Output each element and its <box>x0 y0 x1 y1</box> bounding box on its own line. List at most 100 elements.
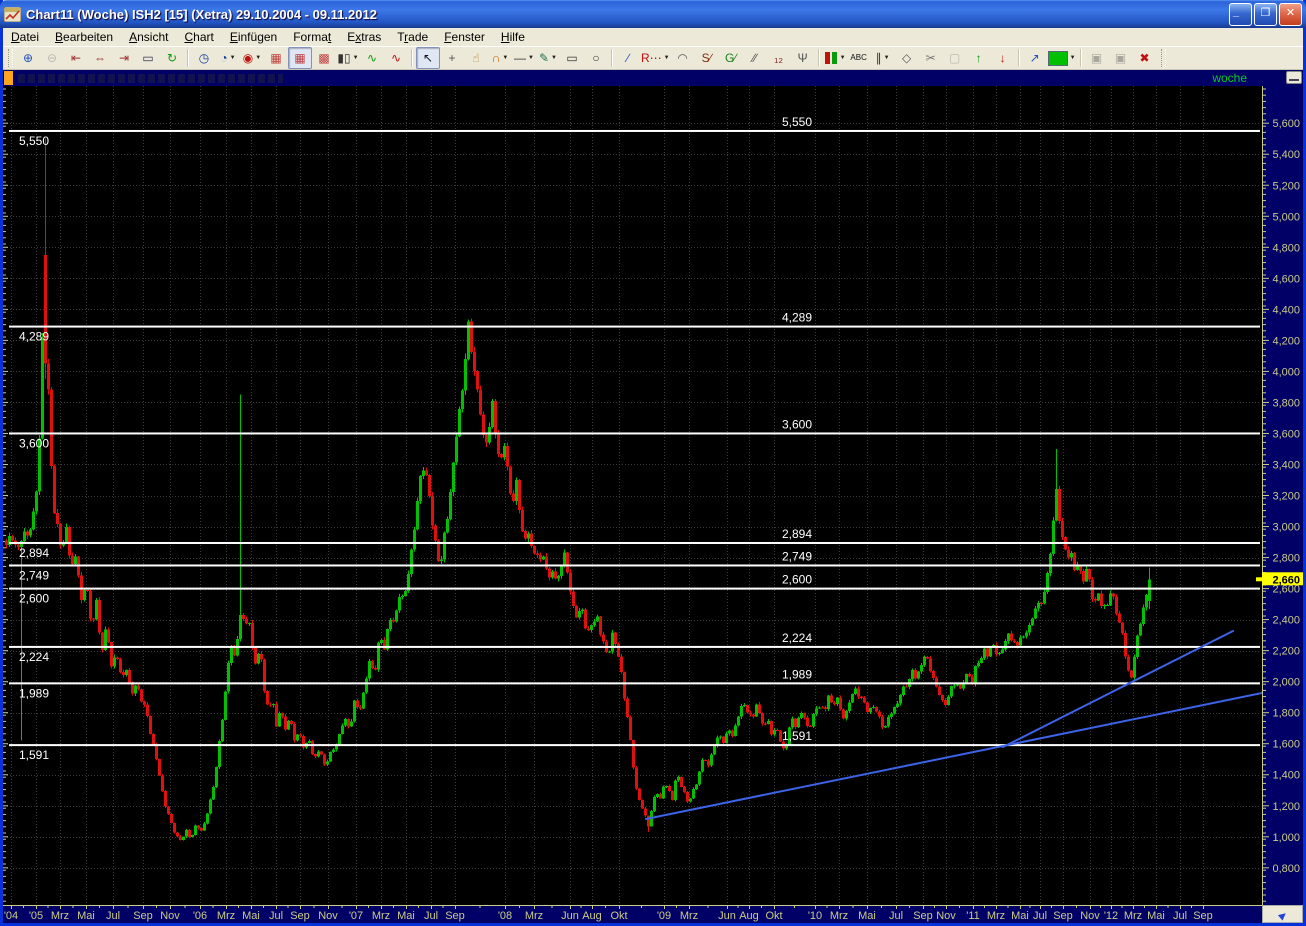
menu-item-hilfe[interactable]: Hilfe <box>493 28 533 45</box>
toolbar-separator <box>187 49 189 67</box>
svg-text:Nov: Nov <box>318 910 338 922</box>
apply-template-button[interactable]: ↗ <box>1023 47 1047 69</box>
svg-text:Mrz: Mrz <box>525 910 543 922</box>
svg-text:Jul: Jul <box>889 910 903 922</box>
text-tool-button[interactable]: ABC <box>847 47 871 69</box>
svg-text:2,660: 2,660 <box>1272 574 1300 586</box>
svg-text:'09: '09 <box>657 910 671 922</box>
clock-button[interactable]: ◷ <box>192 47 216 69</box>
grid-fine-button[interactable]: ▦ <box>264 47 288 69</box>
color-wheel-button[interactable]: ◉▼ <box>240 47 264 69</box>
svg-text:Aug: Aug <box>739 910 759 922</box>
draw-indicator-button[interactable]: ✎▼ <box>536 47 560 69</box>
gann-lines-tool-button[interactable]: G∕ <box>719 47 743 69</box>
arrow-down-marker-button[interactable]: ↓ <box>991 47 1015 69</box>
menu-item-trade[interactable]: Trade <box>389 28 436 45</box>
chart-caption-bar: woche <box>3 70 1303 86</box>
speed-lines-tool-button[interactable]: S∕ <box>695 47 719 69</box>
grid-medium-button[interactable]: ▦ <box>288 47 312 69</box>
vertical-lines-button[interactable]: ∥▼ <box>871 47 895 69</box>
range-frame-button[interactable]: ▭ <box>136 47 160 69</box>
svg-text:Mai: Mai <box>1147 910 1165 922</box>
menu-item-bearbeiten[interactable]: Bearbeiten <box>47 28 121 45</box>
svg-text:Okt: Okt <box>610 910 627 922</box>
svg-text:Mrz: Mrz <box>217 910 235 922</box>
close-button[interactable]: ✕ <box>1279 3 1302 26</box>
svg-text:0,800: 0,800 <box>1272 863 1300 875</box>
compress-range-button[interactable]: ⇔ <box>88 47 112 69</box>
svg-text:1,989: 1,989 <box>782 667 812 681</box>
app-window: Chart11 (Woche) ISH2 [15] (Xetra) 29.10.… <box>0 0 1306 926</box>
svg-text:Sep: Sep <box>1193 910 1213 922</box>
menu-item-chart[interactable]: Chart <box>176 28 221 45</box>
region-select-button[interactable]: ▢ <box>943 47 967 69</box>
svg-text:3,800: 3,800 <box>1272 397 1300 409</box>
menu-item-format[interactable]: Format <box>285 28 339 45</box>
zoom-out-button[interactable]: ⊖ <box>40 47 64 69</box>
indicator-overlay-button[interactable]: ∿ <box>360 47 384 69</box>
parallel-channel-button[interactable]: ∕∕ <box>743 47 767 69</box>
title-bar[interactable]: Chart11 (Woche) ISH2 [15] (Xetra) 29.10.… <box>0 0 1306 28</box>
fibonacci-zones-button[interactable]: ₁₂ <box>767 47 791 69</box>
menu-item-datei[interactable]: Datei <box>3 28 47 45</box>
toolbar-separator <box>411 49 413 67</box>
send-backward-button[interactable]: ▣ <box>1085 47 1109 69</box>
trendline-tool-button[interactable]: ∕ <box>616 47 640 69</box>
cut-tool-button[interactable]: ✂ <box>919 47 943 69</box>
compress-left-button[interactable]: ⇤ <box>64 47 88 69</box>
period-button[interactable]: ◔▼ <box>216 47 240 69</box>
price-chart[interactable]: 5,6005,4005,2005,0004,8004,6004,4004,200… <box>3 86 1303 923</box>
delete-drawing-button[interactable]: ✖ <box>1133 47 1157 69</box>
svg-text:'10: '10 <box>808 910 822 922</box>
svg-text:'08: '08 <box>498 910 512 922</box>
menu-item-ansicht[interactable]: Ansicht <box>121 28 176 45</box>
window-title: Chart11 (Woche) ISH2 [15] (Xetra) 29.10.… <box>26 7 1227 22</box>
svg-text:3,400: 3,400 <box>1272 459 1300 471</box>
svg-text:1,800: 1,800 <box>1272 708 1300 720</box>
svg-text:2,894: 2,894 <box>19 546 49 560</box>
svg-text:Mai: Mai <box>242 910 260 922</box>
color-swatch-picker[interactable]: ▼ <box>1047 47 1077 69</box>
rectangle-tool-button[interactable]: ▭ <box>560 47 584 69</box>
svg-text:5,400: 5,400 <box>1272 149 1300 161</box>
pitchfork-tool-button[interactable]: Ψ <box>791 47 815 69</box>
line-tool-button[interactable]: —▼ <box>512 47 536 69</box>
diamond-tool-button[interactable]: ◇ <box>895 47 919 69</box>
toolbar-separator <box>1018 49 1020 67</box>
candlestick-style-button[interactable]: ▮▯▼ <box>336 47 360 69</box>
period-label: woche <box>1212 71 1247 85</box>
zoom-in-button[interactable]: ⊕ <box>16 47 40 69</box>
chart-restore-button[interactable] <box>1286 71 1302 84</box>
retracement-tool-button[interactable]: R⋯▼ <box>640 47 671 69</box>
magnet-tool-button[interactable]: ∩▼ <box>488 47 512 69</box>
svg-text:Jul: Jul <box>1033 910 1047 922</box>
svg-text:4,400: 4,400 <box>1272 304 1300 316</box>
shift-right-button[interactable]: ⇥ <box>112 47 136 69</box>
ellipse-tool-button[interactable]: ○ <box>584 47 608 69</box>
svg-text:4,000: 4,000 <box>1272 366 1300 378</box>
menu-item-einfgen[interactable]: Einfügen <box>222 28 285 45</box>
indicator-new-button[interactable]: ∿ <box>384 47 408 69</box>
svg-text:4,200: 4,200 <box>1272 335 1300 347</box>
arrow-up-marker-button[interactable]: ↑ <box>967 47 991 69</box>
toolbar-grip[interactable] <box>8 49 13 67</box>
maximize-button[interactable]: ❐ <box>1254 3 1277 26</box>
bring-forward-button[interactable]: ▣ <box>1109 47 1133 69</box>
arc-tool-button[interactable]: ◠ <box>671 47 695 69</box>
hand-tool-button[interactable]: ☝ <box>464 47 488 69</box>
corner-flag-button[interactable]: ► <box>1262 905 1303 923</box>
svg-text:2,000: 2,000 <box>1272 677 1300 689</box>
grid-coarse-button[interactable]: ▩ <box>312 47 336 69</box>
toolbar-grip-right[interactable] <box>1161 49 1166 67</box>
svg-text:5,000: 5,000 <box>1272 211 1300 223</box>
candle-color-button[interactable]: ▼ <box>823 47 847 69</box>
crosshair-tool-button[interactable]: + <box>440 47 464 69</box>
refresh-button[interactable]: ↻ <box>160 47 184 69</box>
pointer-tool-button[interactable]: ↖ <box>416 47 440 69</box>
svg-text:'12: '12 <box>1104 910 1118 922</box>
menu-item-extras[interactable]: Extras <box>339 28 389 45</box>
menu-item-fenster[interactable]: Fenster <box>436 28 493 45</box>
svg-text:Mrz: Mrz <box>51 910 69 922</box>
minimize-button[interactable]: _ <box>1229 3 1252 26</box>
svg-text:3,000: 3,000 <box>1272 522 1300 534</box>
